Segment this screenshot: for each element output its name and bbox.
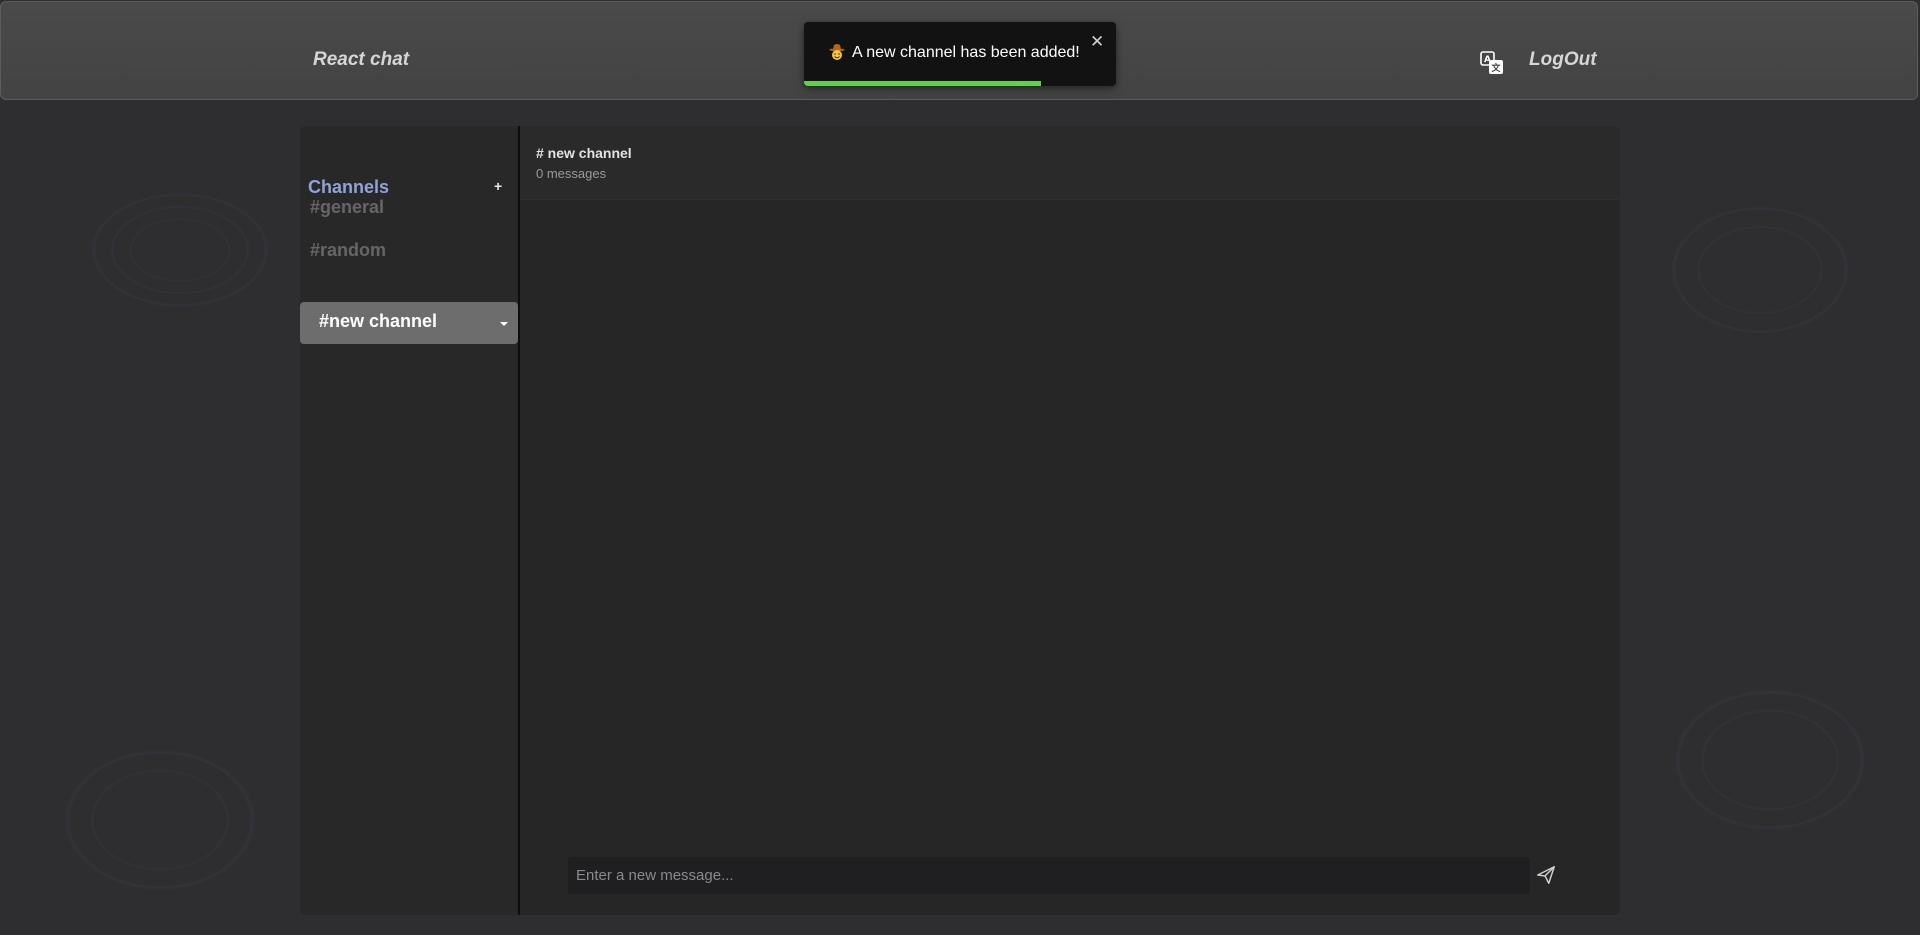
toast-notification: A new channel has been added! ✕ xyxy=(804,22,1116,86)
toast-close-button[interactable]: ✕ xyxy=(1090,32,1104,52)
channel-item-new-channel[interactable]: #new channel xyxy=(300,302,518,344)
channel-label: #new channel xyxy=(319,311,438,331)
message-input[interactable] xyxy=(568,857,1528,894)
channel-item-general[interactable]: #general xyxy=(300,188,518,230)
channel-title: # new channel xyxy=(536,145,632,161)
channels-sidebar: Channels + #general #random #new channel xyxy=(300,126,520,915)
toast-progress-track xyxy=(804,81,1116,86)
send-icon[interactable] xyxy=(1535,864,1557,886)
message-form xyxy=(568,857,1530,894)
brand-title[interactable]: React chat xyxy=(313,49,409,71)
cowboy-face-icon xyxy=(828,43,846,61)
chat-header: # new channel 0 messages xyxy=(520,126,1620,200)
logout-button[interactable]: LogOut xyxy=(1529,49,1597,71)
channel-label: #random xyxy=(310,240,387,260)
chevron-down-icon[interactable] xyxy=(500,322,508,326)
channel-item-random[interactable]: #random xyxy=(300,231,518,273)
chat-app-panel: Channels + #general #random #new channel… xyxy=(300,126,1620,915)
toast-message: A new channel has been added! xyxy=(852,44,1080,61)
translate-icon[interactable]: A 文 xyxy=(1480,51,1504,75)
svg-text:文: 文 xyxy=(1490,62,1501,74)
channel-label: #general xyxy=(310,197,385,217)
message-count: 0 messages xyxy=(536,166,607,181)
chat-area: # new channel 0 messages xyxy=(520,126,1620,915)
toast-progress-bar xyxy=(804,81,1042,86)
